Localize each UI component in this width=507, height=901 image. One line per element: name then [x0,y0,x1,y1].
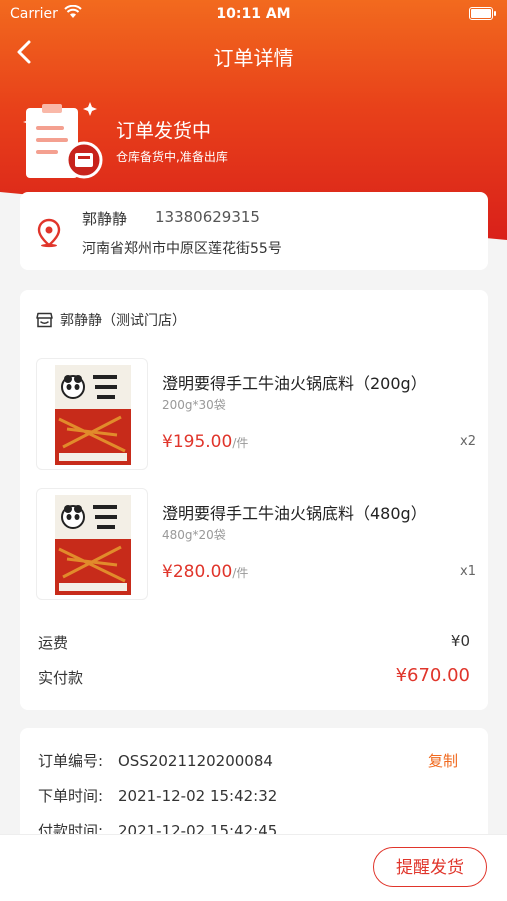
recipient-phone: 13380629315 [155,208,260,226]
product-price: ¥195.00/件 [162,432,248,452]
address-detail: 河南省郑州市中原区莲花街55号 [82,241,282,257]
page-title: 订单详情 [213,46,294,70]
product-name: 澄明要得手工牛油火锅底料（200g） [162,374,427,393]
product-item[interactable]: 澄明要得手工牛油火锅底料（200g） 200g*30袋 ¥195.00/件 x2 [36,358,476,470]
order-status-subtitle: 仓库备货中,准备出库 [116,150,228,164]
product-quantity: x1 [460,564,476,579]
order-status-title: 订单发货中 [116,120,212,142]
store-name: 郭静静（测试门店） [60,313,186,329]
goods-card: 郭静静（测试门店） 澄明要得手工牛油火锅底料（200g） 200g*30袋 ¥1… [20,290,488,710]
shipping-fee-label: 运费 [38,634,69,652]
paid-amount-row: 实付款 ¥670.00 [38,665,470,688]
product-name: 澄明要得手工牛油火锅底料（480g） [162,504,427,523]
product-quantity: x2 [460,434,476,449]
paid-amount-value: ¥670.00 [395,665,470,686]
remind-shipping-button[interactable]: 提醒发货 [373,847,487,887]
recipient-name: 郭静静 [82,210,128,228]
location-pin-icon [37,218,61,248]
copy-button[interactable]: 复制 [428,750,458,771]
product-image [36,358,148,470]
product-image [36,488,148,600]
status-bar: Carrier 10:11 AM [0,0,507,28]
product-price: ¥280.00/件 [162,562,248,582]
product-price-unit: /件 [232,436,249,450]
order-time-row: 下单时间: 2021-12-02 15:42:32 [38,785,277,806]
order-number-value: OSS2021120200084 [118,752,273,770]
product-item[interactable]: 澄明要得手工牛油火锅底料（480g） 480g*20袋 ¥280.00/件 x1 [36,488,476,600]
product-price-value: ¥195.00 [162,432,233,452]
order-status-block: 订单发货中 仓库备货中,准备出库 [20,96,480,186]
shipping-fee-row: 运费 ¥0 [38,632,470,653]
clock: 10:11 AM [216,6,291,22]
shipping-fee-value: ¥0 [450,632,470,650]
battery-icon [469,7,496,20]
address-card[interactable]: 郭静静 13380629315 河南省郑州市中原区莲花街55号 [20,192,488,270]
clipboard-icon [23,102,103,179]
product-spec: 200g*30袋 [162,398,226,412]
order-number-row: 订单编号: OSS2021120200084 [38,750,273,771]
paid-amount-label: 实付款 [38,669,84,687]
product-price-unit: /件 [232,566,249,580]
store-icon [36,312,53,328]
navigation-bar: 订单详情 [0,34,507,74]
order-number-label: 订单编号: [38,752,104,770]
product-spec: 480g*20袋 [162,528,226,542]
bottom-action-bar: 提醒发货 [0,834,507,901]
product-price-value: ¥280.00 [162,562,233,582]
order-time-label: 下单时间: [38,787,104,805]
order-time-value: 2021-12-02 15:42:32 [118,787,278,805]
